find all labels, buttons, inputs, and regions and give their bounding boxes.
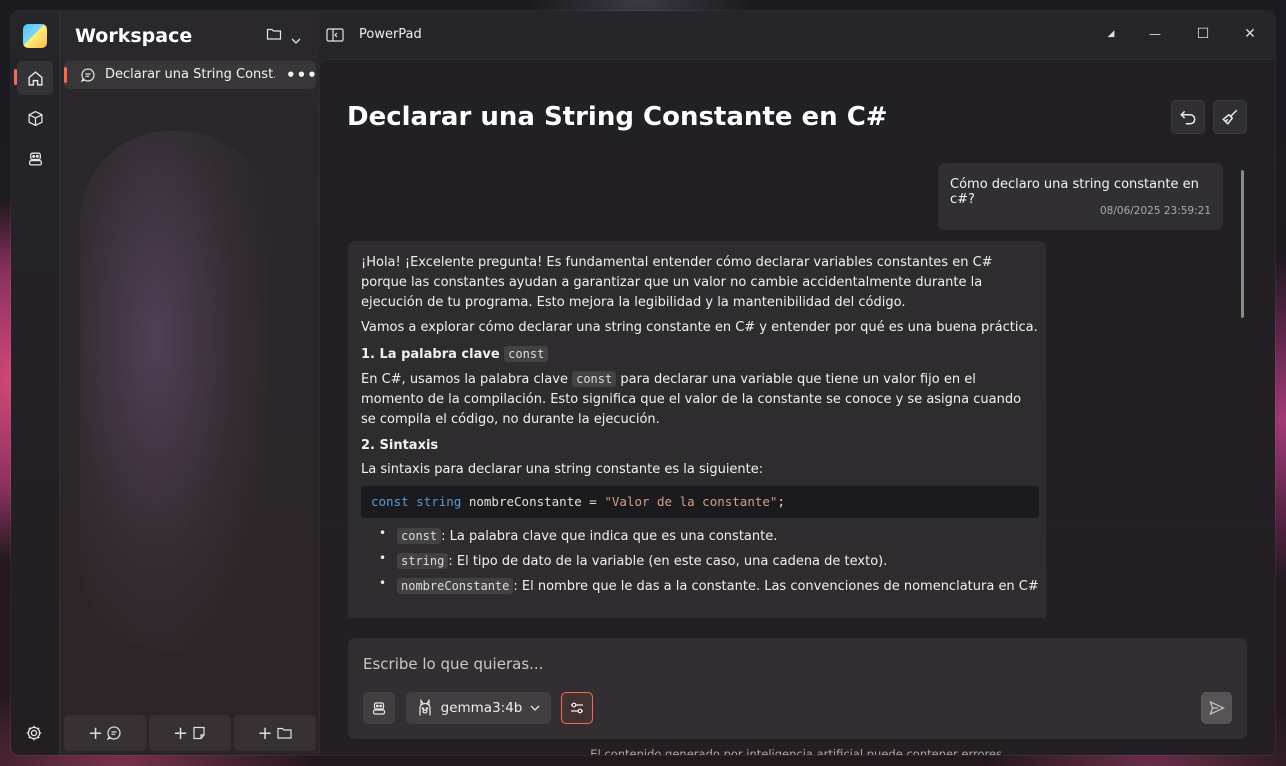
list-item-text: : La palabra clave que indica que es una…	[441, 529, 778, 544]
home-icon	[27, 70, 43, 86]
paragraph: ¡Hola! ¡Excelente pregunta! Es fundament…	[361, 255, 993, 310]
app-window: Workspace Declarar una String Const... •…	[11, 11, 1275, 755]
chat-panel: Declarar una String Constante en C# Cómo…	[319, 59, 1275, 755]
cube-icon	[27, 110, 43, 126]
new-folder-icon	[276, 727, 292, 739]
chat-scrollbar[interactable]	[1241, 170, 1244, 318]
sidebar-bottom-actions: + + +	[64, 715, 316, 751]
inline-code: const	[572, 371, 617, 387]
robot-icon	[372, 702, 386, 715]
send-icon	[1208, 700, 1225, 716]
assistant-message-body: ¡Hola! ¡Excelente pregunta! Es fundament…	[361, 253, 1039, 601]
list-item-text: : El nombre que le das a la constante. L…	[513, 579, 1039, 594]
chevron-down-icon	[530, 705, 540, 711]
more-options-icon[interactable]: •••	[286, 66, 318, 84]
new-chat-icon	[106, 726, 121, 741]
inline-code: nombreConstante	[397, 578, 514, 594]
inline-code: string	[397, 553, 449, 569]
chat-title: Declarar una String Constante en C#	[347, 102, 888, 132]
chat-item-indicator	[64, 67, 67, 83]
inline-code: const	[397, 528, 442, 544]
list-item: nombreConstante: El nombre que le das a …	[379, 573, 1039, 597]
user-message: Cómo declaro una string constante en c#?…	[938, 163, 1223, 230]
window-title: PowerPad	[359, 27, 422, 42]
send-button[interactable]	[1201, 692, 1232, 724]
model-name: gemma3:4b	[440, 700, 523, 716]
code-keyword: string	[416, 494, 462, 509]
code-keyword: const	[371, 494, 409, 509]
user-message-text: Cómo declaro una string constante en c#?	[950, 177, 1199, 207]
code-block: const string nombreConstante = "Valor de…	[361, 486, 1039, 518]
section-heading: 2. Sintaxis	[361, 438, 439, 453]
compact-overlay-button[interactable]: ◢	[1101, 24, 1121, 44]
settings-button[interactable]	[25, 724, 43, 746]
text-span: En C#, usamos la palabra clave	[361, 372, 568, 387]
new-folder-button[interactable]: +	[234, 715, 316, 751]
list-item: string: El tipo de dato de la variable (…	[379, 548, 1039, 572]
home-nav-button[interactable]	[17, 61, 53, 95]
code-terminator: ;	[777, 494, 785, 509]
maximize-button[interactable]: ☐	[1193, 24, 1213, 44]
chat-list-item[interactable]: Declarar una String Const... •••	[64, 61, 318, 89]
workspace-sidebar: Workspace Declarar una String Const... •…	[59, 11, 319, 755]
user-message-timestamp: 08/06/2025 23:59:21	[1099, 205, 1211, 217]
bullet-list: const: La palabra clave que indica que e…	[361, 523, 1039, 597]
clear-chat-button[interactable]	[1213, 100, 1247, 134]
ollama-llama-icon	[419, 699, 431, 716]
gear-icon	[26, 725, 42, 741]
new-chat-button[interactable]: +	[64, 715, 146, 751]
paragraph: En C#, usamos la palabra clave const par…	[361, 369, 1039, 430]
app-logo	[23, 24, 47, 48]
workspace-title: Workspace	[75, 25, 193, 47]
plus-label: +	[87, 722, 104, 744]
paragraph: La sintaxis para declarar una string con…	[361, 462, 764, 477]
agents-nav-button[interactable]	[17, 141, 53, 175]
plus-label: +	[172, 722, 189, 744]
robot-icon	[28, 152, 42, 166]
message-composer: gemma3:4b	[348, 638, 1247, 739]
ai-disclaimer: El contenido generado por inteligencia a…	[590, 747, 1006, 755]
code-operator: =	[589, 494, 597, 509]
list-item: const: La palabra clave que indica que e…	[379, 523, 1039, 547]
heading-text: 1. La palabra clave	[361, 347, 500, 362]
sidebar-backdrop	[80, 131, 270, 651]
chat-icon	[80, 67, 96, 87]
message-input[interactable]	[363, 652, 1183, 676]
assistant-message: ¡Hola! ¡Excelente pregunta! Es fundament…	[348, 241, 1046, 618]
list-item-text: : El tipo de dato de la variable (en est…	[448, 554, 888, 569]
inline-code: const	[504, 346, 549, 362]
undo-button[interactable]	[1171, 100, 1205, 134]
code-identifier: nombreConstante	[468, 494, 582, 509]
chat-item-label: Declarar una String Const...	[105, 67, 275, 82]
model-parameters-button[interactable]	[561, 692, 593, 724]
new-note-icon	[193, 726, 205, 740]
minimize-button[interactable]: —	[1145, 24, 1165, 44]
broom-icon	[1222, 109, 1238, 125]
undo-icon	[1180, 110, 1196, 125]
sliders-icon	[571, 702, 583, 714]
agent-select-button[interactable]	[363, 692, 395, 724]
section-heading: 1. La palabra clave const	[361, 344, 1039, 365]
folder-icon[interactable]	[265, 26, 283, 46]
nav-rail	[11, 11, 59, 755]
chevron-down-icon[interactable]	[291, 30, 301, 49]
paragraph: Vamos a explorar cómo declarar una strin…	[361, 320, 1038, 335]
plus-label: +	[257, 722, 273, 744]
models-nav-button[interactable]	[17, 101, 53, 135]
code-string: "Valor de la constante"	[604, 494, 778, 509]
close-button[interactable]: ✕	[1240, 24, 1260, 44]
new-note-button[interactable]: +	[149, 715, 231, 751]
toggle-pane-icon[interactable]	[326, 27, 344, 47]
model-selector[interactable]: gemma3:4b	[406, 692, 551, 724]
